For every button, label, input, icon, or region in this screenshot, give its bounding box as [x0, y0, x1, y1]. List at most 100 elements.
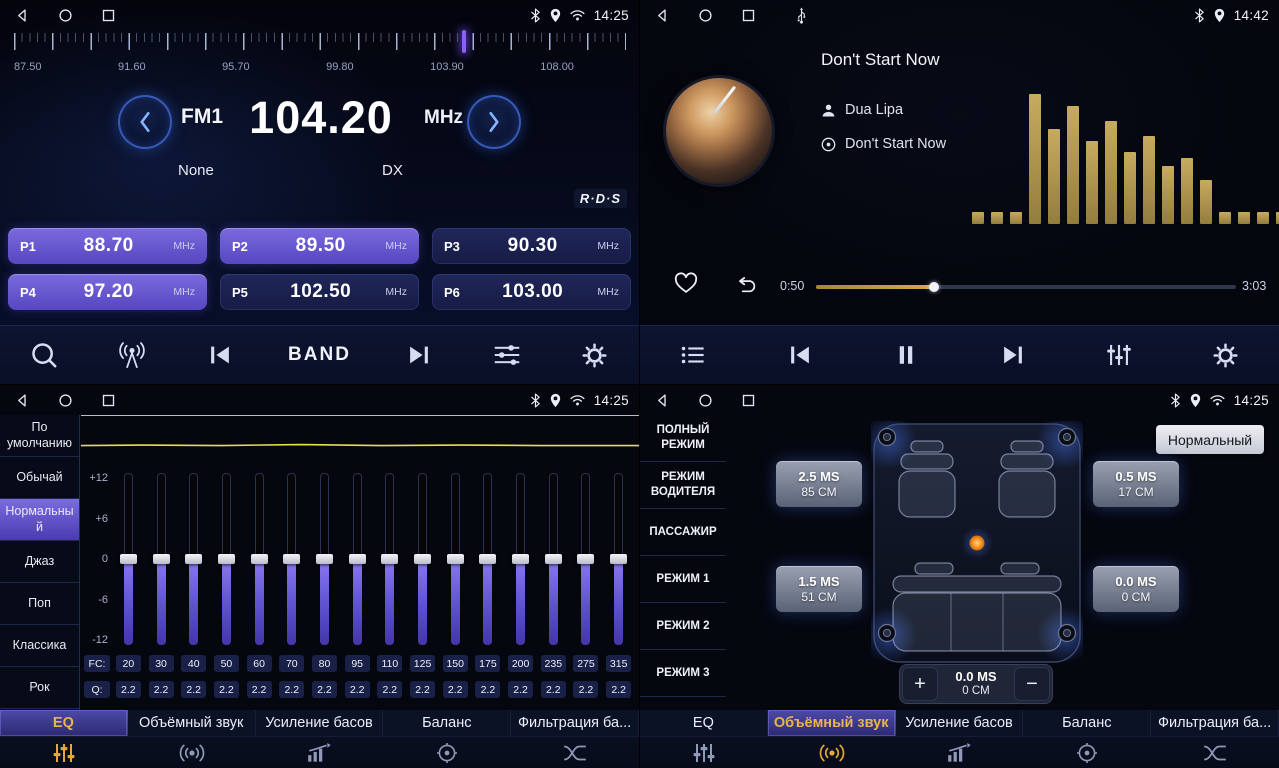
slider-handle[interactable] — [349, 554, 366, 564]
eq-band-slider-11[interactable] — [439, 473, 472, 645]
front-right-delay-button[interactable]: 0.5 MS 17 CM — [1093, 461, 1179, 507]
tab-filter[interactable]: Фильтрация ба... — [511, 710, 639, 736]
eq-band-slider-16[interactable] — [602, 473, 635, 645]
slider-handle[interactable] — [512, 554, 529, 564]
tab-bass-boost-icon-cell[interactable] — [896, 737, 1024, 768]
eq-band-slider-3[interactable] — [177, 473, 210, 645]
tab-surround-sound-icon-cell[interactable] — [768, 737, 896, 768]
progress-thumb[interactable] — [929, 282, 939, 292]
recents-button[interactable] — [101, 8, 116, 23]
eq-band-slider-7[interactable] — [308, 473, 341, 645]
scan-button[interactable] — [24, 341, 64, 369]
tab-surround-sound[interactable]: Объёмный звук — [128, 710, 256, 736]
rear-left-delay-button[interactable]: 1.5 MS 51 CM — [776, 566, 862, 612]
seek-down-button[interactable] — [118, 95, 172, 149]
slider-handle[interactable] — [381, 554, 398, 564]
previous-track-button[interactable] — [780, 344, 820, 366]
slider-handle[interactable] — [610, 554, 627, 564]
settings-button[interactable] — [1206, 343, 1246, 368]
tab-filter-icon-cell[interactable] — [1151, 737, 1279, 768]
tab-balance-icon-cell[interactable] — [383, 737, 511, 768]
tab-bass-boost[interactable]: Усиление басов — [256, 710, 384, 736]
frequency-ruler[interactable] — [14, 33, 626, 53]
eq-preset-item-2[interactable]: Обычай — [0, 457, 79, 499]
eq-preset-item-3[interactable]: Нормальный — [0, 499, 79, 541]
eq-band-slider-4[interactable] — [210, 473, 243, 645]
mode-item-4[interactable]: РЕЖИМ 1 — [640, 556, 726, 603]
mode-item-6[interactable]: РЕЖИМ 3 — [640, 650, 726, 697]
preset-button-p1[interactable]: P188.70MHz — [8, 228, 207, 264]
seek-up-button[interactable] — [467, 95, 521, 149]
back-button[interactable] — [655, 8, 670, 23]
eq-preset-item-6[interactable]: Классика — [0, 625, 79, 667]
increase-delay-button[interactable]: + — [902, 667, 938, 701]
tab-bass-boost-icon-cell[interactable] — [256, 737, 384, 768]
front-left-delay-button[interactable]: 2.5 MS 85 CM — [776, 461, 862, 507]
eq-band-slider-8[interactable] — [341, 473, 374, 645]
slider-handle[interactable] — [218, 554, 235, 564]
tab-balance[interactable]: Баланс — [1023, 710, 1151, 736]
tab-balance-icon-cell[interactable] — [1023, 737, 1151, 768]
slider-handle[interactable] — [447, 554, 464, 564]
tab-eq[interactable]: EQ — [640, 710, 768, 736]
eq-band-slider-12[interactable] — [472, 473, 505, 645]
progress-bar[interactable] — [816, 285, 1236, 289]
broadcast-button[interactable] — [112, 341, 152, 369]
favorite-button[interactable] — [674, 272, 698, 294]
audio-settings-button[interactable] — [1099, 343, 1139, 367]
slider-handle[interactable] — [577, 554, 594, 564]
preset-button-p5[interactable]: P5102.50MHz — [220, 274, 419, 310]
tab-filter-icon-cell[interactable] — [511, 737, 639, 768]
eq-band-slider-15[interactable] — [570, 473, 603, 645]
profile-button[interactable]: Нормальный — [1156, 425, 1264, 454]
eq-band-slider-1[interactable] — [112, 473, 145, 645]
home-button[interactable] — [698, 393, 713, 408]
slider-handle[interactable] — [120, 554, 137, 564]
home-button[interactable] — [58, 8, 73, 23]
back-button[interactable] — [15, 8, 30, 23]
repeat-button[interactable] — [734, 276, 760, 296]
eq-preset-item-1[interactable]: По умолчанию — [0, 415, 79, 457]
pause-button[interactable] — [886, 343, 926, 367]
mode-item-1[interactable]: ПОЛНЫЙ РЕЖИМ — [640, 415, 726, 462]
slider-handle[interactable] — [283, 554, 300, 564]
tab-filter[interactable]: Фильтрация ба... — [1151, 710, 1279, 736]
eq-preset-item-5[interactable]: Поп — [0, 583, 79, 625]
preset-button-p6[interactable]: P6103.00MHz — [432, 274, 631, 310]
tab-bass-boost[interactable]: Усиление басов — [896, 710, 1024, 736]
eq-band-slider-6[interactable] — [275, 473, 308, 645]
previous-station-button[interactable] — [200, 344, 240, 366]
slider-handle[interactable] — [153, 554, 170, 564]
tab-balance[interactable]: Баланс — [383, 710, 511, 736]
slider-handle[interactable] — [545, 554, 562, 564]
tab-eq-icon-cell[interactable] — [640, 737, 768, 768]
home-button[interactable] — [698, 8, 713, 23]
eq-preset-item-4[interactable]: Джаз — [0, 541, 79, 583]
decrease-delay-button[interactable]: − — [1014, 667, 1050, 701]
eq-band-slider-14[interactable] — [537, 473, 570, 645]
tab-eq-icon-cell[interactable] — [0, 737, 128, 768]
recents-button[interactable] — [101, 393, 116, 408]
slider-handle[interactable] — [251, 554, 268, 564]
next-track-button[interactable] — [993, 344, 1033, 366]
eq-band-slider-9[interactable] — [374, 473, 407, 645]
slider-handle[interactable] — [185, 554, 202, 564]
tuner-settings-button[interactable] — [487, 343, 527, 367]
eq-band-slider-13[interactable] — [504, 473, 537, 645]
home-button[interactable] — [58, 393, 73, 408]
band-button[interactable]: BAND — [288, 344, 351, 366]
slider-handle[interactable] — [479, 554, 496, 564]
mode-item-2[interactable]: РЕЖИМ ВОДИТЕЛЯ — [640, 462, 726, 509]
slider-handle[interactable] — [316, 554, 333, 564]
preset-button-p3[interactable]: P390.30MHz — [432, 228, 631, 264]
back-button[interactable] — [15, 393, 30, 408]
tab-eq[interactable]: EQ — [0, 710, 128, 736]
tab-surround-sound[interactable]: Объёмный звук — [768, 710, 896, 736]
eq-band-slider-5[interactable] — [243, 473, 276, 645]
rear-right-delay-button[interactable]: 0.0 MS 0 CM — [1093, 566, 1179, 612]
eq-band-slider-2[interactable] — [145, 473, 178, 645]
playlist-button[interactable] — [673, 344, 713, 366]
back-button[interactable] — [655, 393, 670, 408]
recents-button[interactable] — [741, 8, 756, 23]
mode-item-3[interactable]: ПАССАЖИР — [640, 509, 726, 556]
